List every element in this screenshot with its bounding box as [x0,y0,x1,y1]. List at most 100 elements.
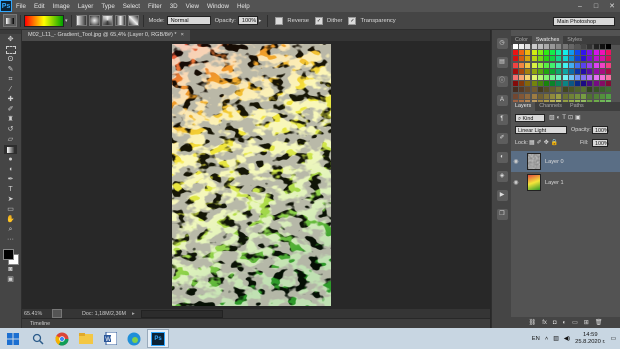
swatch[interactable] [593,56,599,62]
chevron-right-icon[interactable]: ▸ [259,18,262,24]
marquee-tool-icon[interactable] [4,45,17,54]
swatch[interactable] [556,44,562,49]
swatch[interactable] [587,56,593,62]
pen-tool-icon[interactable]: ✒ [4,175,17,184]
swatch[interactable] [581,50,587,56]
swatch[interactable] [531,44,537,49]
swatch[interactable] [513,93,518,99]
lock-icons[interactable]: ▦✐✥🔒 [529,139,560,146]
menu-file[interactable]: File [12,3,30,10]
swatch[interactable] [556,75,562,80]
swatch[interactable] [531,93,537,99]
gradient-tool-preset-icon[interactable] [3,14,17,27]
more-tools-icon[interactable]: ··· [4,235,17,244]
swatch[interactable] [568,50,574,56]
swatch[interactable] [525,68,531,74]
swatch[interactable] [525,50,531,56]
swatch[interactable] [581,62,587,68]
layer-opacity-input[interactable]: 100% [592,126,609,134]
foreground-color-swatch[interactable] [2,249,14,260]
swatch[interactable] [550,75,556,80]
swatch[interactable] [575,75,580,80]
swatch[interactable] [562,56,568,62]
adjustment-layer-icon[interactable]: ◐ [562,320,566,326]
swatch[interactable] [556,50,562,56]
swatch[interactable] [606,50,611,56]
swatch[interactable] [599,81,605,87]
close-window-button[interactable]: ✕ [604,0,620,12]
blend-mode-select[interactable]: Linear Light [515,126,567,134]
swatch[interactable] [556,56,562,62]
swatch[interactable] [531,81,537,87]
crop-tool-icon[interactable]: ⌗ [4,75,17,84]
swatch[interactable] [519,62,525,68]
swatch[interactable] [606,56,611,62]
swatch[interactable] [550,62,556,68]
swatch[interactable] [575,44,580,49]
swatch[interactable] [606,87,611,93]
lasso-tool-icon[interactable]: ʘ [4,55,17,64]
swatch[interactable] [562,68,568,74]
swatch[interactable] [519,68,525,74]
swatch[interactable] [562,62,568,68]
swatch[interactable] [568,75,574,80]
swatch[interactable] [568,87,574,93]
swatch[interactable] [593,44,599,49]
swatch[interactable] [562,75,568,80]
swatch[interactable] [537,44,543,49]
search-icon[interactable] [27,329,49,348]
diamond-gradient-button[interactable] [127,15,139,26]
swatch[interactable] [525,62,531,68]
swatch[interactable] [556,62,562,68]
swatch[interactable] [550,68,556,74]
healing-brush-tool-icon[interactable]: ✚ [4,95,17,104]
swatch[interactable] [599,68,605,74]
move-tool-icon[interactable]: ✥ [4,35,17,44]
zoom-level[interactable]: 65.41% [24,311,46,317]
swatch[interactable] [519,50,525,56]
eye-icon[interactable]: ◉ [511,179,521,186]
menu-type[interactable]: Type [97,3,118,10]
dither-checkbox[interactable]: ✓ [315,16,324,25]
swatch[interactable] [519,44,525,49]
tab-paths[interactable]: Paths [566,102,588,111]
eyedropper-tool-icon[interactable]: ⁄ [4,85,17,94]
swatch[interactable] [568,81,574,87]
trash-icon[interactable]: 🗑 [595,319,603,326]
screen-mode-icon[interactable]: ▣ [4,275,17,284]
swatch[interactable] [562,93,568,99]
menu-view[interactable]: View [182,3,203,10]
swatch[interactable] [575,68,580,74]
swatch[interactable] [581,44,587,49]
maximize-button[interactable]: □ [588,0,604,12]
document-tab[interactable]: M02_L11_- Gradient_Tool.jpg @ 65,4% (Lay… [22,30,190,41]
chevron-up-icon[interactable]: ˄ [545,336,548,342]
minimize-button[interactable]: – [572,0,588,12]
swatch[interactable] [531,87,537,93]
swatch[interactable] [525,44,531,49]
edge-icon[interactable] [123,329,145,348]
swatch[interactable] [606,81,611,87]
swatch[interactable] [519,93,525,99]
swatch[interactable] [599,93,605,99]
swatch[interactable] [562,50,568,56]
swatch[interactable] [550,56,556,62]
swatch[interactable] [556,68,562,74]
brush-panel-icon[interactable]: ✐ [496,133,508,144]
swatch[interactable] [606,62,611,68]
gradient-tool-icon[interactable] [4,145,17,154]
swatch[interactable] [537,68,543,74]
tools-grip[interactable] [0,30,21,34]
swatch[interactable] [537,75,543,80]
swatch[interactable] [562,87,568,93]
menu-window[interactable]: Window [203,3,233,10]
swatch[interactable] [593,81,599,87]
swatch[interactable] [525,93,531,99]
eraser-tool-icon[interactable]: ▱ [4,135,17,144]
history-brush-tool-icon[interactable]: ↺ [4,125,17,134]
swatch[interactable] [544,93,549,99]
layer-comps-panel-icon[interactable]: ❒ [496,209,508,220]
mode-select[interactable]: Normal [166,16,211,25]
horizontal-scrollbar[interactable] [140,309,223,318]
info-panel-icon[interactable]: ⓘ [496,76,508,87]
